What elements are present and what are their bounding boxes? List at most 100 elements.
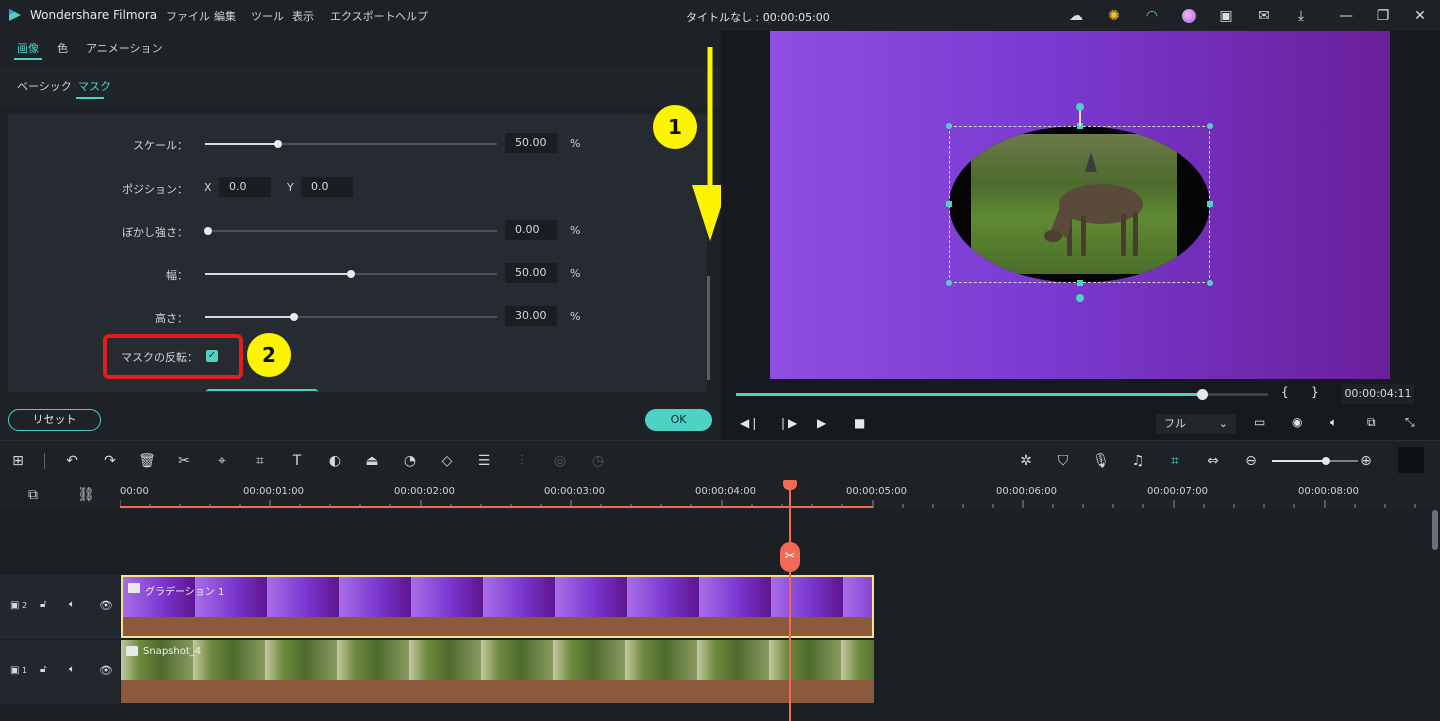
cut-icon[interactable]: ✂	[174, 451, 194, 471]
menu-view[interactable]: 表示	[292, 8, 314, 24]
tag-icon[interactable]: ⌖	[212, 451, 232, 471]
blur-slider-knob[interactable]	[204, 227, 212, 235]
download-icon[interactable]: ⤓	[1291, 6, 1311, 26]
fit-icon[interactable]: ⇔	[1203, 451, 1223, 471]
mute-icon[interactable]: 🔈︎	[69, 664, 75, 675]
handle-bottom-left[interactable]	[946, 280, 952, 286]
tab-image[interactable]: 画像	[17, 40, 39, 56]
delete-icon[interactable]: 🗑︎	[137, 451, 157, 471]
music-icon[interactable]: ♫	[1128, 451, 1148, 471]
timeline-scrollbar[interactable]	[1432, 510, 1438, 550]
marker-icon[interactable]: ⛉	[1053, 451, 1073, 471]
time-ruler[interactable]: 00:00 00:00:01:00 00:00:02:00 00:00:03:0…	[120, 480, 1440, 510]
pip-icon[interactable]: ⧉	[1367, 415, 1376, 430]
playback-progress-knob[interactable]	[1197, 389, 1208, 400]
headset-icon[interactable]: ◠	[1142, 6, 1162, 26]
menu-edit[interactable]: 編集	[214, 8, 236, 24]
reset-button[interactable]: リセット	[8, 409, 101, 431]
duration-icon[interactable]: ◷	[588, 451, 608, 471]
mark-in-button[interactable]: {	[1281, 385, 1289, 399]
ok-button[interactable]: OK	[645, 409, 712, 431]
snapshot-icon[interactable]: ◉	[1292, 415, 1302, 429]
green-screen-icon[interactable]: ◎	[550, 451, 570, 471]
tab-color[interactable]: 色	[57, 40, 68, 56]
cloud-icon[interactable]: ☁	[1066, 6, 1086, 26]
color-icon[interactable]: ◐	[325, 451, 345, 471]
blur-slider[interactable]	[205, 230, 497, 232]
lock-icon[interactable]: 🔓︎	[40, 664, 46, 675]
clip-snapshot[interactable]: Snapshot_4	[121, 640, 874, 703]
menu-file[interactable]: ファイル	[166, 8, 210, 24]
scale-slider-knob[interactable]	[274, 140, 282, 148]
width-slider-knob[interactable]	[347, 270, 355, 278]
snap-icon[interactable]: ⌗	[1165, 451, 1185, 471]
preview-canvas[interactable]	[770, 31, 1390, 379]
close-icon[interactable]: ✕	[1410, 6, 1430, 26]
layout-icon[interactable]: ⊞	[8, 451, 28, 471]
render-icon[interactable]: ✲	[1016, 451, 1036, 471]
lightbulb-icon[interactable]: ✺	[1104, 6, 1124, 26]
invert-mask-checkbox[interactable]: ✓	[206, 350, 218, 362]
handle-bottom[interactable]	[1077, 280, 1083, 286]
scissors-icon[interactable]: ✂	[780, 542, 800, 572]
crop-icon[interactable]: ⌗	[250, 451, 270, 471]
zoom-out-icon[interactable]: ⊖	[1241, 451, 1261, 471]
handle-right[interactable]	[1207, 201, 1213, 207]
restore-icon[interactable]: ❐	[1373, 6, 1393, 26]
keyframe-icon[interactable]: ◇	[437, 451, 457, 471]
mail-icon[interactable]: ✉	[1254, 6, 1274, 26]
handle-top-left[interactable]	[946, 123, 952, 129]
panel-scrollbar[interactable]	[707, 276, 710, 380]
redo-icon[interactable]: ↷	[100, 451, 120, 471]
playhead-handle[interactable]	[783, 480, 797, 490]
zoom-in-icon[interactable]: ⊕	[1356, 451, 1376, 471]
display-icon[interactable]: ▭	[1254, 415, 1265, 429]
next-frame-icon[interactable]: ❘▶	[778, 416, 797, 430]
mark-out-button[interactable]: }	[1311, 385, 1319, 399]
save-icon[interactable]: ▣	[1216, 6, 1236, 26]
menu-help[interactable]: ヘルプ	[395, 8, 428, 24]
add-track-icon[interactable]: ⧉	[23, 485, 43, 505]
minimize-icon[interactable]: —	[1336, 6, 1356, 26]
menu-export[interactable]: エクスポート	[330, 8, 396, 24]
rotate-handle[interactable]	[1076, 103, 1084, 111]
adjust-icon[interactable]: ☰	[474, 451, 494, 471]
selection-box[interactable]	[949, 126, 1210, 283]
quality-select[interactable]: フル ⌄	[1156, 414, 1236, 434]
handle-bottom-right[interactable]	[1207, 280, 1213, 286]
panel-toggle[interactable]	[1398, 447, 1424, 473]
audio-icon[interactable]: ⫶	[512, 451, 532, 471]
handle-left[interactable]	[946, 201, 952, 207]
height-slider-knob[interactable]	[290, 313, 298, 321]
blur-value[interactable]: 0.00	[505, 220, 557, 240]
text-icon[interactable]: T	[287, 451, 307, 471]
menu-tools[interactable]: ツール	[251, 8, 284, 24]
tab-basic[interactable]: ベーシック	[17, 78, 72, 94]
clip-gradient[interactable]: グラデーション 1	[121, 575, 874, 638]
stop-icon[interactable]: ■	[854, 416, 865, 430]
speed-icon[interactable]: ◔	[400, 451, 420, 471]
lock-icon[interactable]: 🔓︎	[40, 599, 46, 610]
fullscreen-icon[interactable]: ⤡	[1405, 415, 1415, 430]
prev-frame-icon[interactable]: ◀❘	[740, 416, 759, 430]
avatar-icon[interactable]	[1179, 6, 1199, 26]
tab-animation[interactable]: アニメーション	[86, 40, 163, 56]
anchor-handle[interactable]	[1076, 294, 1084, 302]
position-y-input[interactable]: 0.0	[301, 177, 353, 197]
scale-value[interactable]: 50.00	[505, 133, 557, 153]
visibility-icon[interactable]: 👁︎	[99, 664, 113, 677]
mic-icon[interactable]: 🎙︎	[1091, 451, 1111, 471]
handle-top-right[interactable]	[1207, 123, 1213, 129]
position-x-input[interactable]: 0.0	[219, 177, 271, 197]
volume-icon[interactable]: 🔈︎	[1330, 415, 1337, 430]
link-icon[interactable]: ⛓	[76, 485, 96, 505]
height-value[interactable]: 30.00	[505, 306, 557, 326]
width-value[interactable]: 50.00	[505, 263, 557, 283]
undo-icon[interactable]: ↶	[62, 451, 82, 471]
play-icon[interactable]: ▶	[817, 416, 826, 430]
stabilize-icon[interactable]: ⏏	[362, 451, 382, 471]
mute-icon[interactable]: 🔈︎	[69, 599, 75, 610]
zoom-slider-knob[interactable]	[1322, 457, 1330, 465]
visibility-icon[interactable]: 👁︎	[99, 599, 113, 612]
tab-mask[interactable]: マスク	[78, 78, 111, 94]
